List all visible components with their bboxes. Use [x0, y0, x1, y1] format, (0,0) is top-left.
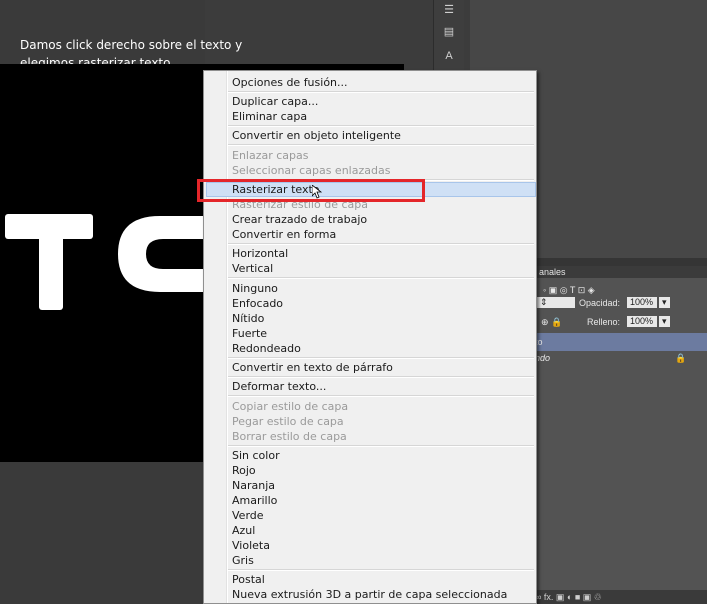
menu-item-aa-strong[interactable]: Fuerte	[232, 326, 267, 341]
menu-item-color-yellow[interactable]: Amarillo	[232, 493, 277, 508]
menu-item-color-blue[interactable]: Azul	[232, 523, 255, 538]
adjust-icon[interactable]: ☰	[442, 4, 456, 16]
menu-separator	[228, 569, 534, 571]
menu-separator	[228, 277, 534, 279]
menu-item-color-none[interactable]: Sin color	[232, 448, 280, 463]
menu-item-delete-layer[interactable]: Eliminar capa	[232, 109, 307, 124]
menu-item-horizontal[interactable]: Horizontal	[232, 246, 288, 261]
mouse-cursor-icon	[312, 185, 322, 199]
fill-dropdown[interactable]: ▾	[659, 316, 670, 327]
menu-item-color-red[interactable]: Rojo	[232, 463, 256, 478]
lock-icon[interactable]: ⊕ 🔒	[541, 316, 562, 328]
menu-item-aa-none[interactable]: Ninguno	[232, 281, 278, 296]
menu-item-color-orange[interactable]: Naranja	[232, 478, 275, 493]
menu-item-convert-paragraph[interactable]: Convertir en texto de párrafo	[232, 360, 393, 375]
menu-item-create-work-path[interactable]: Crear trazado de trabajo	[232, 212, 367, 227]
menu-item-clear-layer-style: Borrar estilo de capa	[232, 430, 347, 443]
layer-context-menu: Opciones de fusión... Duplicar capa... E…	[203, 70, 537, 604]
menu-separator	[228, 144, 534, 146]
menu-item-aa-sharp[interactable]: Enfocado	[232, 296, 283, 311]
background-layer-label[interactable]: ndo	[535, 352, 550, 364]
menu-item-aa-smooth[interactable]: Redondeado	[232, 341, 301, 356]
layers-panel: anales ◦ ▣ ◎ T ⊡ ◈ ⇕ Opacidad: 100% ▾ ⊕ …	[535, 266, 707, 604]
glyph-c	[118, 216, 210, 292]
menu-item-convert-to-shape[interactable]: Convertir en forma	[232, 227, 336, 242]
menu-item-new-3d-extrusion[interactable]: Nueva extrusión 3D a partir de capa sele…	[232, 587, 507, 602]
menu-separator	[228, 357, 534, 359]
fill-field[interactable]: 100%	[627, 316, 657, 327]
layers-tab[interactable]: anales	[535, 266, 707, 278]
fill-label: Relleno:	[587, 317, 621, 327]
opacity-field[interactable]: 100%	[627, 297, 657, 308]
menu-separator	[228, 125, 534, 127]
menu-item-link-layers: Enlazar capas	[232, 149, 309, 162]
layer-row-selected[interactable]: to	[535, 333, 707, 351]
glyph-t-stem	[39, 214, 63, 310]
menu-separator	[228, 376, 534, 378]
menu-gutter	[226, 71, 228, 603]
menu-item-color-gray[interactable]: Gris	[232, 553, 254, 568]
menu-item-paste-layer-style: Pegar estilo de capa	[232, 415, 344, 428]
menu-item-select-linked: Seleccionar capas enlazadas	[232, 164, 391, 177]
menu-separator	[228, 91, 534, 93]
menu-separator	[228, 395, 534, 397]
character-icon[interactable]: A	[442, 50, 456, 62]
menu-separator	[228, 445, 534, 447]
opacity-label: Opacidad:	[579, 298, 621, 308]
menu-item-copy-layer-style: Copiar estilo de capa	[232, 400, 349, 413]
menu-item-color-green[interactable]: Verde	[232, 508, 264, 523]
menu-item-vertical[interactable]: Vertical	[232, 261, 273, 276]
blend-mode-select[interactable]: ⇕	[537, 297, 575, 308]
opacity-dropdown[interactable]: ▾	[659, 297, 670, 308]
layers-bottom-bar: ∞ fx. ▣ ◐ ■ ▣ ♲	[535, 590, 707, 604]
menu-item-postcard[interactable]: Postal	[232, 572, 265, 587]
caption-line-1: Damos click derecho sobre el texto y	[20, 38, 243, 52]
menu-item-blending-options[interactable]: Opciones de fusión...	[232, 75, 348, 90]
menu-item-color-violet[interactable]: Violeta	[232, 538, 270, 553]
annotation-highlight-box	[197, 179, 425, 202]
lock-icon: 🔒	[675, 353, 687, 363]
layers-action-icons[interactable]: ∞ fx. ▣ ◐ ■ ▣ ♲	[535, 592, 602, 602]
menu-item-duplicate-layer[interactable]: Duplicar capa...	[232, 94, 318, 109]
align-icon[interactable]: ▤	[442, 26, 456, 38]
menu-item-aa-crisp[interactable]: Nítido	[232, 311, 264, 326]
filter-icons[interactable]: ◦ ▣ ◎ T ⊡ ◈	[543, 284, 595, 296]
menu-item-convert-smart-object[interactable]: Convertir en objeto inteligente	[232, 128, 401, 143]
menu-item-warp-text[interactable]: Deformar texto...	[232, 379, 326, 394]
menu-separator	[228, 243, 534, 245]
